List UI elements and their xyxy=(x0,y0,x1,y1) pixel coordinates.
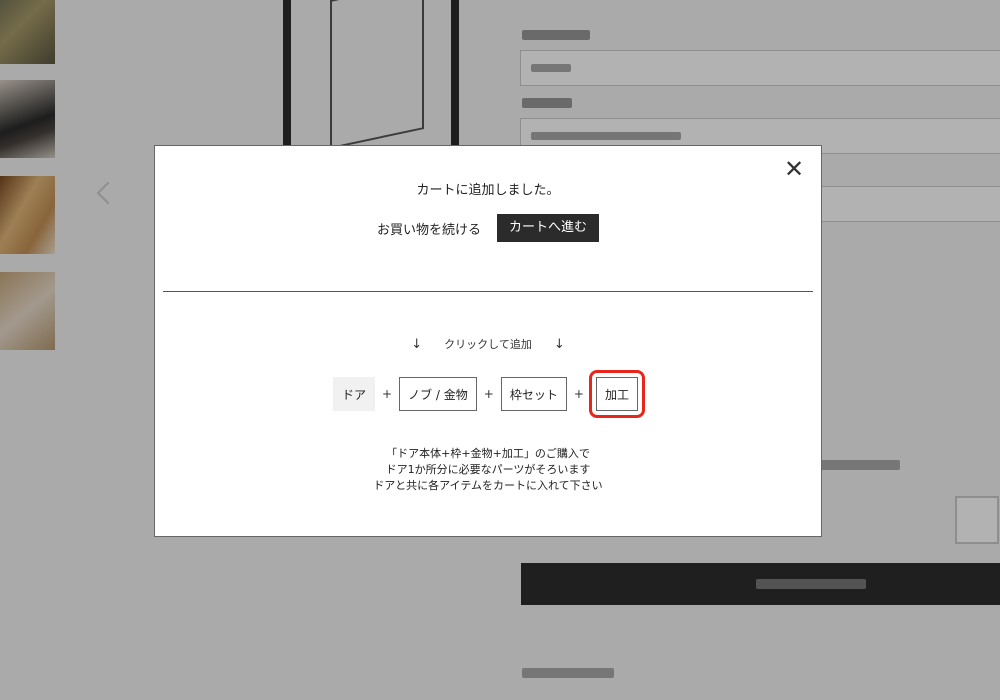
click-to-add-hint: ↓ クリックして追加 ↓ xyxy=(155,336,821,352)
description-line: 「ドア本体+枠+金物+加工」のご購入で xyxy=(386,447,590,460)
cart-added-message: カートに追加しました。 xyxy=(416,183,560,198)
plus-sign: + xyxy=(573,387,584,401)
chip-knob-hardware[interactable]: ノブ / 金物 xyxy=(399,377,477,411)
proceed-to-cart-button[interactable]: カートへ進む xyxy=(497,214,600,242)
modal-actions: お買い物を続ける カートへ進む xyxy=(155,214,821,242)
arrow-down-icon: ↓ xyxy=(553,336,565,352)
chip-door[interactable]: ドア xyxy=(333,377,376,411)
arrow-down-icon: ↓ xyxy=(411,336,423,352)
parts-description: 「ドア本体+枠+金物+加工」のご購入で ドア1か所分に必要なパーツがそろいます … xyxy=(155,446,821,494)
modal-divider xyxy=(163,291,813,292)
highlight-ring: 加工 xyxy=(588,370,645,418)
hint-text: クリックして追加 xyxy=(444,338,532,351)
plus-sign: + xyxy=(382,387,393,401)
chip-frame-set[interactable]: 枠セット xyxy=(500,377,567,411)
description-line: ドア1か所分に必要なパーツがそろいます xyxy=(385,463,591,476)
chip-processing[interactable]: 加工 xyxy=(595,377,638,411)
parts-selector: ドア + ノブ / 金物 + 枠セット + 加工 xyxy=(155,370,821,418)
cart-added-modal: ✕ カートに追加しました。 お買い物を続ける カートへ進む ↓ クリックして追加… xyxy=(154,145,822,537)
description-line: ドアと共に各アイテムをカートに入れて下さい xyxy=(373,479,603,492)
continue-shopping-link[interactable]: お買い物を続ける xyxy=(377,219,481,238)
plus-sign: + xyxy=(483,387,494,401)
